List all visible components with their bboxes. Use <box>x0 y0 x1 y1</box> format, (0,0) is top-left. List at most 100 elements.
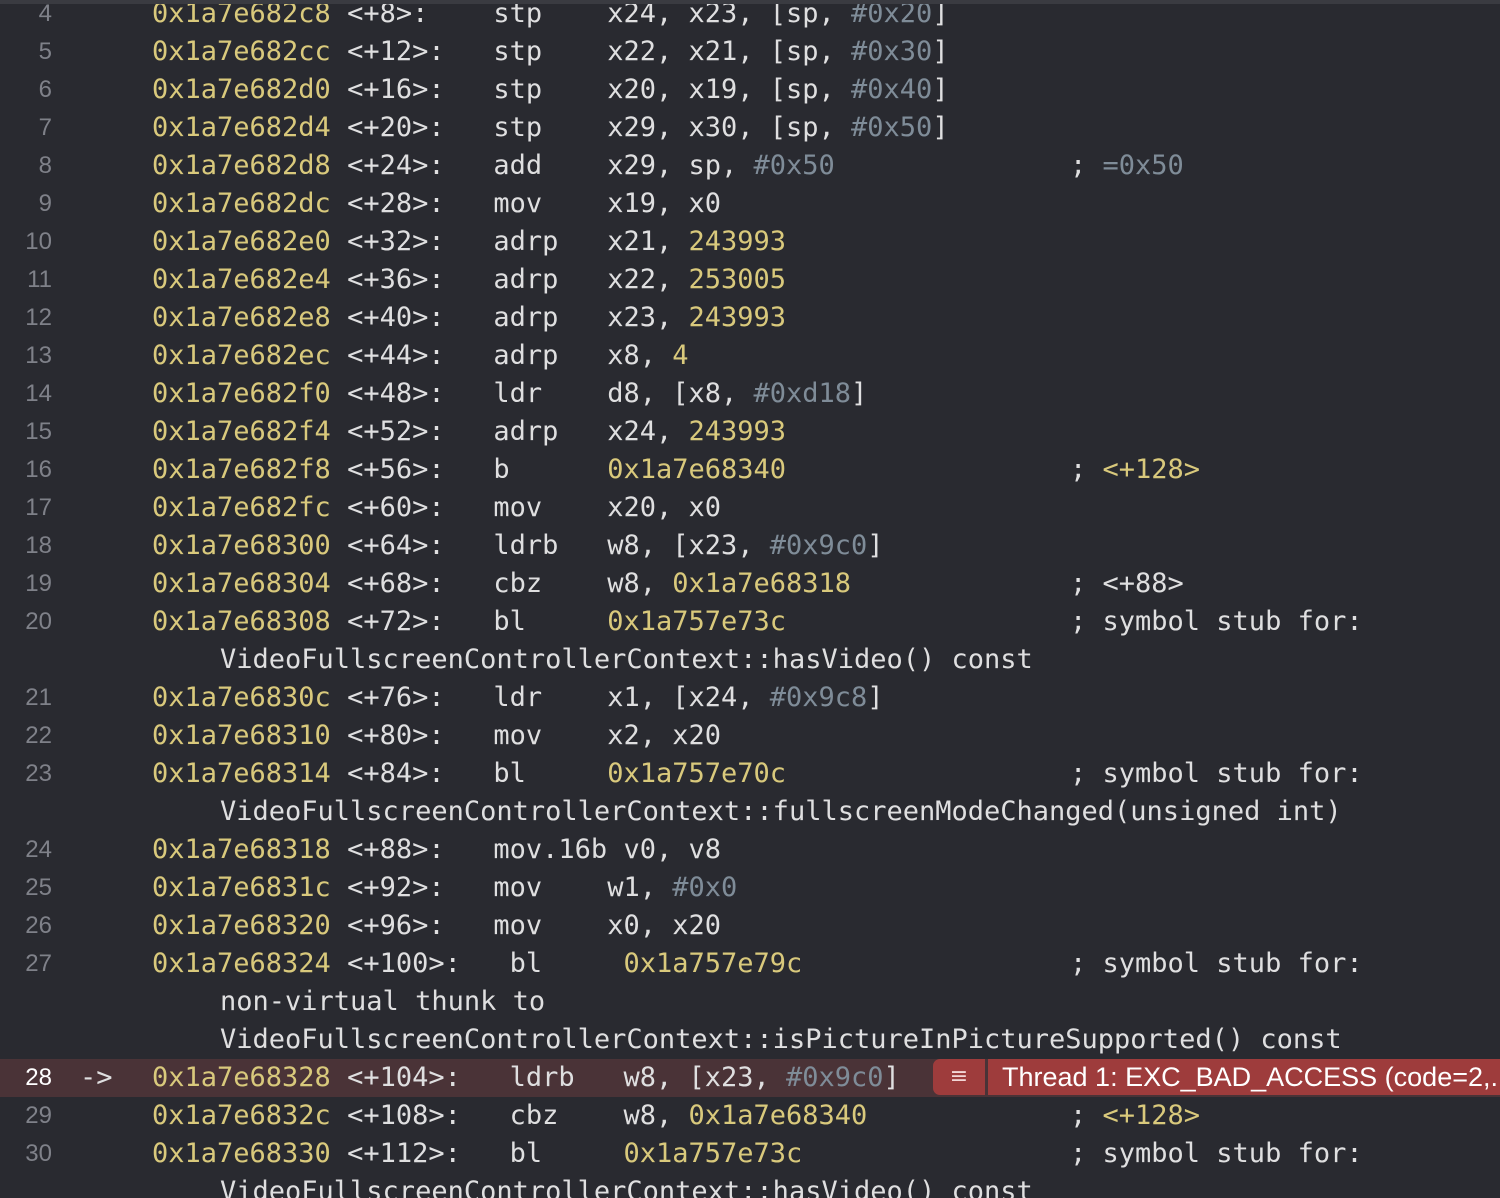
instruction-mnemonic: add <box>493 150 608 181</box>
operand-token: 0x1a757e70c <box>607 758 786 789</box>
instruction-mnemonic: ldrb <box>493 530 608 561</box>
instruction-address: 0x1a7e68330 <box>152 1138 331 1169</box>
line-number: 29 <box>25 1102 52 1129</box>
operand-token: x23, <box>607 302 689 333</box>
instruction-mnemonic: mov <box>493 872 608 903</box>
line-number: 10 <box>25 228 52 255</box>
instruction-row[interactable]: 11 0x1a7e682e4 <+36>: adrp x22, 253005 <box>0 261 1500 299</box>
instruction-text: 0x1a7e6830c <+76>: ldr x1, [x24, #0x9c8] <box>152 679 884 717</box>
instruction-address: 0x1a7e682f8 <box>152 454 331 485</box>
instruction-text: 0x1a7e68300 <+64>: ldrb w8, [x23, #0x9c0… <box>152 527 884 565</box>
instruction-address: 0x1a7e68314 <box>152 758 331 789</box>
operand-token: ; symbol stub for: <box>1070 1138 1363 1169</box>
symbol-name: non-virtual thunk to <box>220 986 546 1017</box>
instruction-row[interactable]: 4 0x1a7e682c8 <+8>: stp x24, x23, [sp, #0… <box>0 0 1500 33</box>
instruction-mnemonic: stp <box>493 0 608 29</box>
instruction-row[interactable]: 20 0x1a7e68308 <+72>: bl 0x1a757e73c ; sym… <box>0 603 1500 641</box>
operand-token: ] <box>867 530 884 561</box>
instruction-row[interactable]: 15 0x1a7e682f4 <+52>: adrp x24, 243993 <box>0 413 1500 451</box>
operand-token: x29, x30, [sp, <box>607 112 852 143</box>
operand-token: ; <box>1070 1100 1103 1131</box>
instruction-row[interactable]: 29 0x1a7e6832c <+108>: cbz w8, 0x1a7e6834… <box>0 1097 1500 1135</box>
instruction-address: 0x1a7e68318 <box>152 834 331 865</box>
line-number: 19 <box>25 570 52 597</box>
instruction-address: 0x1a7e682e0 <box>152 226 331 257</box>
instruction-row[interactable]: 22 0x1a7e68310 <+80>: mov x2, x20 <box>0 717 1500 755</box>
operand-token: x24, x23, [sp, <box>607 0 852 29</box>
instruction-row[interactable]: 7 0x1a7e682d4 <+20>: stp x29, x30, [sp, #… <box>0 109 1500 147</box>
instruction-mnemonic: bl <box>493 948 624 979</box>
instruction-text: 0x1a7e6831c <+92>: mov w1, #0x0 <box>152 869 737 907</box>
operand-token: x20, x19, [sp, <box>607 74 852 105</box>
instruction-text: 0x1a7e682e8 <+40>: adrp x23, 243993 <box>152 299 786 337</box>
symbol-name: VideoFullscreenControllerContext::hasVid… <box>220 644 1033 675</box>
error-message[interactable]: Thread 1: EXC_BAD_ACCESS (code=2,... <box>988 1059 1500 1095</box>
instruction-row[interactable]: 10 0x1a7e682e0 <+32>: adrp x21, 243993 <box>0 223 1500 261</box>
instruction-text: 0x1a7e68318 <+88>: mov.16b v0, v8 <box>152 831 721 869</box>
operand-token: w1, <box>607 872 673 903</box>
instruction-row[interactable]: 27 0x1a7e68324 <+100>: bl 0x1a757e79c ; sy… <box>0 945 1500 983</box>
line-number: 4 <box>38 0 52 27</box>
instruction-address: 0x1a7e68310 <box>152 720 331 751</box>
instruction-row[interactable]: 14 0x1a7e682f0 <+48>: ldr d8, [x8, #0xd18… <box>0 375 1500 413</box>
instruction-address: 0x1a7e6831c <box>152 872 331 903</box>
instruction-row[interactable]: 23 0x1a7e68314 <+84>: bl 0x1a757e70c ; sym… <box>0 755 1500 793</box>
line-number: 13 <box>25 342 52 369</box>
line-number: 14 <box>25 380 52 407</box>
instruction-offset: <+84>: <box>347 758 461 789</box>
instruction-row[interactable]: 16 0x1a7e682f8 <+56>: b 0x1a7e68340; <+12… <box>0 451 1500 489</box>
instruction-row[interactable]: 19 0x1a7e68304 <+68>: cbz w8, 0x1a7e68318… <box>0 565 1500 603</box>
instruction-row[interactable]: 17 0x1a7e682fc <+60>: mov x20, x0 <box>0 489 1500 527</box>
list-lines-icon[interactable]: ≡ <box>933 1059 985 1095</box>
line-number: 7 <box>38 114 52 141</box>
instruction-row[interactable]: 6 0x1a7e682d0 <+16>: stp x20, x19, [sp, #… <box>0 71 1500 109</box>
instruction-offset: <+12>: <box>347 36 461 67</box>
instruction-address: 0x1a7e68324 <box>152 948 331 979</box>
instruction-row[interactable]: 18 0x1a7e68300 <+64>: ldrb w8, [x23, #0x9… <box>0 527 1500 565</box>
instruction-mnemonic: ldr <box>493 378 608 409</box>
instruction-mnemonic: adrp <box>493 340 608 371</box>
instruction-text: 0x1a7e682cc <+12>: stp x22, x21, [sp, #0… <box>152 33 949 71</box>
instruction-offset: <+60>: <box>347 492 461 523</box>
instruction-row[interactable]: 9 0x1a7e682dc <+28>: mov x19, x0 <box>0 185 1500 223</box>
instruction-row[interactable]: 30 0x1a7e68330 <+112>: bl 0x1a757e73c ; sy… <box>0 1135 1500 1173</box>
instruction-row[interactable]: 25 0x1a7e6831c <+92>: mov w1, #0x0 <box>0 869 1500 907</box>
operand-token: v0, v8 <box>623 834 721 865</box>
instruction-text: 0x1a7e682e4 <+36>: adrp x22, 253005 <box>152 261 786 299</box>
instruction-offset: <+100>: <box>347 948 461 979</box>
instruction-row[interactable]: 24 0x1a7e68318 <+88>: mov.16b v0, v8 <box>0 831 1500 869</box>
instruction-row[interactable]: 21 0x1a7e6830c <+76>: ldr x1, [x24, #0x9c… <box>0 679 1500 717</box>
instruction-text: 0x1a7e682dc <+28>: mov x19, x0 <box>152 185 721 223</box>
instruction-row[interactable]: 8 0x1a7e682d8 <+24>: add x29, sp, #0x50 ; … <box>0 147 1500 185</box>
instruction-address: 0x1a7e682f4 <box>152 416 331 447</box>
instruction-text: 0x1a7e682e0 <+32>: adrp x21, 243993 <box>152 223 786 261</box>
instruction-row[interactable]: 5 0x1a7e682cc <+12>: stp x22, x21, [sp, #… <box>0 33 1500 71</box>
instruction-row[interactable]: 13 0x1a7e682ec <+44>: adrp x8, 4 <box>0 337 1500 375</box>
instruction-comment: ; symbol stub for: <box>1070 603 1363 641</box>
operand-token: ] <box>883 1062 900 1093</box>
operand-token: x0, x20 <box>607 910 721 941</box>
operand-token: 253005 <box>688 264 787 295</box>
operand-token: x2, x20 <box>607 720 721 751</box>
instruction-mnemonic: ldrb <box>493 1062 624 1093</box>
instruction-row[interactable]: 26 0x1a7e68320 <+96>: mov x0, x20 <box>0 907 1500 945</box>
instruction-offset: <+20>: <box>347 112 461 143</box>
instruction-offset: <+64>: <box>347 530 461 561</box>
instruction-address: 0x1a7e682d4 <box>152 112 331 143</box>
operand-token: x24, <box>607 416 689 447</box>
instruction-mnemonic: cbz <box>493 1100 624 1131</box>
operand-token: ; symbol stub for: <box>1070 606 1363 637</box>
operand-token: <+128> <box>1102 454 1201 485</box>
operand-token: #0x30 <box>851 36 933 67</box>
instruction-offset: <+104>: <box>347 1062 461 1093</box>
operand-token: 4 <box>672 340 689 371</box>
instruction-row[interactable]: 12 0x1a7e682e8 <+40>: adrp x23, 243993 <box>0 299 1500 337</box>
instruction-text: 0x1a7e682fc <+60>: mov x20, x0 <box>152 489 721 527</box>
line-number: 22 <box>25 722 52 749</box>
instruction-offset: <+88>: <box>347 834 461 865</box>
error-annotation[interactable]: ≡ Thread 1: EXC_BAD_ACCESS (code=2,... <box>933 1059 1500 1095</box>
instruction-text: 0x1a7e682d8 <+24>: add x29, sp, #0x50 <box>152 147 835 185</box>
instruction-text: 0x1a7e68308 <+72>: bl 0x1a757e73c <box>152 603 786 641</box>
instruction-address: 0x1a7e682dc <box>152 188 331 219</box>
instruction-text: 0x1a7e682ec <+44>: adrp x8, 4 <box>152 337 688 375</box>
